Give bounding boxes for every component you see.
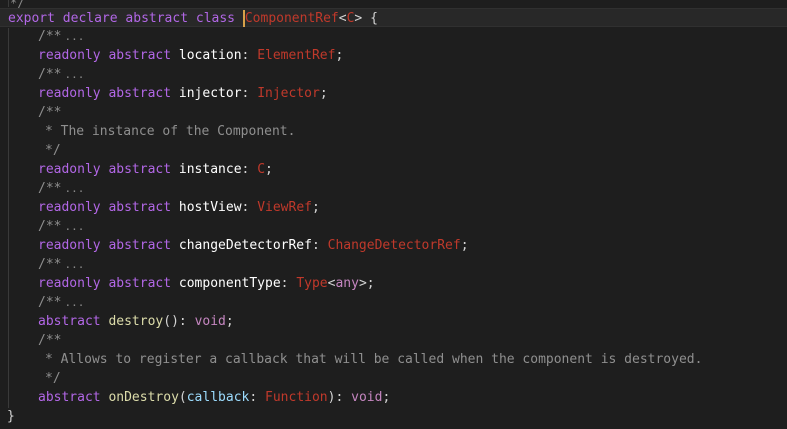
keyword-readonly: readonly bbox=[38, 162, 101, 177]
doc-comment-body: * The instance of the Component. bbox=[45, 124, 296, 139]
type-any: any bbox=[335, 276, 359, 291]
keyword-abstract: abstract bbox=[38, 314, 101, 329]
keyword-readonly: readonly bbox=[38, 48, 101, 63]
keyword-readonly: readonly bbox=[38, 276, 101, 291]
colon: : bbox=[249, 390, 258, 405]
keyword-abstract: abstract bbox=[108, 162, 172, 177]
semicolon: ; bbox=[311, 200, 320, 215]
colon: : bbox=[241, 86, 250, 101]
keyword-readonly: readonly bbox=[38, 200, 101, 215]
keyword-abstract: abstract bbox=[108, 276, 172, 291]
fold-ellipsis-icon[interactable]: ... bbox=[64, 179, 84, 198]
semicolon: ; bbox=[460, 238, 469, 253]
paren-open: ( bbox=[178, 390, 187, 405]
semicolon: ; bbox=[335, 48, 344, 63]
keyword-abstract: abstract bbox=[38, 390, 101, 405]
type-name: Type bbox=[296, 276, 328, 291]
method-name: destroy bbox=[108, 314, 164, 329]
doc-comment-open: /** bbox=[38, 333, 62, 348]
folded-comment[interactable]: /**... bbox=[0, 217, 787, 236]
folded-comment[interactable]: /**... bbox=[0, 65, 787, 84]
code-line-location[interactable]: readonly abstract location: ElementRef; bbox=[0, 46, 787, 65]
brace-open: { bbox=[370, 11, 378, 26]
colon: : bbox=[241, 48, 250, 63]
doc-open: /** bbox=[38, 257, 62, 272]
keyword-abstract: abstract bbox=[125, 11, 189, 26]
type-name: ChangeDetectorRef bbox=[327, 238, 461, 253]
parameter-name: callback bbox=[186, 390, 250, 405]
folded-comment[interactable]: /**... bbox=[0, 255, 787, 274]
doc-comment-open: /** bbox=[38, 105, 62, 120]
doc-comment-close: */ bbox=[45, 143, 61, 158]
colon: : bbox=[241, 162, 250, 177]
keyword-readonly: readonly bbox=[38, 238, 101, 253]
colon: : bbox=[241, 200, 250, 215]
semicolon: ; bbox=[382, 390, 391, 405]
property-name: instance bbox=[178, 162, 242, 177]
colon: : bbox=[178, 314, 187, 329]
code-line-changedetectorref[interactable]: readonly abstract changeDetectorRef: Cha… bbox=[0, 236, 787, 255]
keyword-abstract: abstract bbox=[108, 238, 172, 253]
keyword-abstract: abstract bbox=[108, 200, 172, 215]
folded-comment[interactable]: /**... bbox=[0, 179, 787, 198]
type-name: ViewRef bbox=[257, 200, 312, 215]
return-type: void bbox=[194, 314, 226, 329]
code-line-closing-brace[interactable]: } bbox=[0, 407, 787, 426]
type-name: ElementRef bbox=[257, 48, 336, 63]
colon: : bbox=[335, 390, 344, 405]
property-name: location bbox=[178, 48, 242, 63]
keyword-readonly: readonly bbox=[38, 86, 101, 101]
fold-ellipsis-icon[interactable]: ... bbox=[64, 65, 84, 84]
parameter-type: Function bbox=[265, 390, 328, 405]
type-name: C bbox=[257, 162, 266, 177]
code-line-ondestroy[interactable]: abstract onDestroy(callback: Function): … bbox=[0, 388, 787, 407]
doc-open: /** bbox=[38, 29, 62, 44]
fold-ellipsis-icon[interactable]: ... bbox=[64, 27, 84, 46]
keyword-export: export bbox=[8, 11, 55, 26]
doc-open: /** bbox=[38, 219, 62, 234]
doc-open: /** bbox=[38, 295, 62, 310]
keyword-abstract: abstract bbox=[108, 86, 172, 101]
doc-open: /** bbox=[38, 67, 62, 82]
class-name: ComponentRef bbox=[244, 11, 339, 26]
property-name: componentType bbox=[178, 276, 281, 291]
doc-open: /** bbox=[38, 181, 62, 196]
generic-open: < bbox=[338, 11, 347, 26]
keyword-abstract: abstract bbox=[108, 48, 172, 63]
semicolon: ; bbox=[225, 314, 234, 329]
code-line-componenttype[interactable]: readonly abstract componentType: Type<an… bbox=[0, 274, 787, 293]
code-line-class-header[interactable]: export declare abstract class ComponentR… bbox=[0, 8, 787, 27]
doc-comment-close: */ bbox=[45, 371, 61, 386]
semicolon: ; bbox=[319, 86, 328, 101]
folded-comment[interactable]: /**... bbox=[0, 27, 787, 46]
method-name: onDestroy bbox=[108, 390, 179, 405]
keyword-class: class bbox=[195, 11, 236, 26]
code-editor[interactable]: */ export declare abstract class Compone… bbox=[0, 0, 787, 429]
generic-close: > bbox=[354, 11, 363, 26]
property-name: changeDetectorRef bbox=[178, 238, 312, 253]
fold-ellipsis-icon[interactable]: ... bbox=[64, 255, 84, 274]
type-name: Injector bbox=[257, 86, 320, 101]
brace-close: } bbox=[7, 409, 15, 424]
code-line-instance[interactable]: readonly abstract instance: C; bbox=[0, 160, 787, 179]
property-name: injector bbox=[178, 86, 242, 101]
fold-ellipsis-icon[interactable]: ... bbox=[64, 217, 84, 236]
keyword-declare: declare bbox=[62, 11, 118, 26]
doc-comment-body: * Allows to register a callback that wil… bbox=[45, 352, 703, 367]
indent-guide bbox=[8, 0, 9, 7]
colon: : bbox=[311, 238, 320, 253]
generic-close: > bbox=[358, 276, 367, 291]
code-line-injector[interactable]: readonly abstract injector: Injector; bbox=[0, 84, 787, 103]
property-name: hostView bbox=[178, 200, 242, 215]
semicolon: ; bbox=[366, 276, 375, 291]
code-line-hostview[interactable]: readonly abstract hostView: ViewRef; bbox=[0, 198, 787, 217]
parens: () bbox=[163, 314, 179, 329]
colon: : bbox=[280, 276, 289, 291]
code-line-destroy[interactable]: abstract destroy(): void; bbox=[0, 312, 787, 331]
folded-comment[interactable]: /**... bbox=[0, 293, 787, 312]
semicolon: ; bbox=[265, 162, 273, 177]
comment-fragment: */ bbox=[10, 0, 25, 10]
return-type: void bbox=[351, 390, 383, 405]
fold-ellipsis-icon[interactable]: ... bbox=[64, 293, 84, 312]
